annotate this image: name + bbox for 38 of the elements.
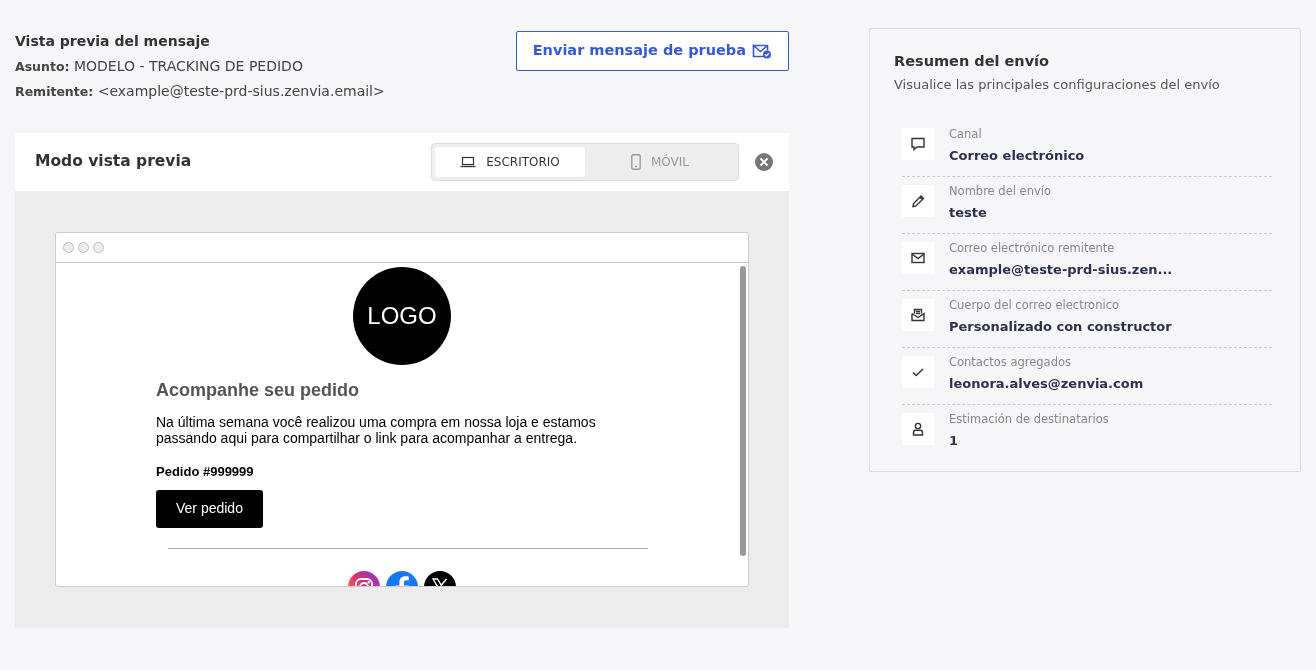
person-icon bbox=[910, 421, 926, 438]
window-dot bbox=[93, 242, 104, 253]
summary-value: Personalizado con constructor bbox=[949, 317, 1172, 336]
scrollbar[interactable] bbox=[740, 266, 746, 556]
summary-label: Nombre del envío bbox=[949, 183, 1051, 201]
summary-subtitle: Visualice las principales configuraciones del envío bbox=[894, 75, 1221, 94]
window-dot bbox=[63, 242, 74, 253]
pencil-icon bbox=[910, 193, 926, 210]
phone-icon bbox=[631, 154, 641, 170]
view-order-button[interactable]: Ver pedido bbox=[156, 489, 263, 528]
chat-bubble-icon bbox=[910, 136, 926, 153]
summary-title: Resumen del envío bbox=[894, 52, 1051, 71]
summary-label: Cuerpo del correo electronico bbox=[949, 297, 1120, 315]
summary-value: example@teste-prd-sius.zen... bbox=[949, 260, 1173, 279]
preview-mode-title: Modo vista previa bbox=[35, 151, 192, 173]
summary-label: Contactos agregados bbox=[949, 354, 1072, 372]
order-number: Pedido #999999 bbox=[156, 463, 255, 481]
send-test-button[interactable]: Enviar mensaje de prueba bbox=[515, 31, 789, 71]
logo: LOGO bbox=[353, 267, 451, 365]
summary-value: 1 bbox=[949, 431, 960, 450]
sender-text: Remitente: <example@teste-prd-sius.zenvia.email> bbox=[15, 82, 385, 101]
summary-value: teste bbox=[949, 203, 988, 222]
mail-document-icon bbox=[910, 307, 926, 324]
summary-label: Canal bbox=[949, 126, 983, 144]
window-dot bbox=[78, 242, 89, 253]
email-heading: Acompanhe seu pedido bbox=[156, 379, 361, 402]
mail-check-icon bbox=[752, 43, 772, 59]
subject-text: Asunto: MODELO - TRACKING DE PEDIDO bbox=[15, 57, 304, 76]
summary-value: leonora.alves@zenvia.com bbox=[949, 374, 1144, 393]
summary-label: Estimación de destinatarios bbox=[949, 411, 1109, 429]
laptop-icon bbox=[460, 156, 477, 168]
close-icon bbox=[755, 153, 773, 171]
preview-title: Vista previa del mensaje bbox=[15, 32, 211, 51]
close-button[interactable] bbox=[755, 153, 773, 171]
summary-value: Correo electrónico bbox=[949, 146, 1085, 165]
email-body: Na última semana você realizou uma compra em nossa loja e estamos passando aqui para compartilhar o link para acompanhar a entrega. bbox=[156, 414, 597, 446]
view-tab[interactable]: ESCRITORIO bbox=[435, 147, 585, 177]
summary-label: Correo electrónico remitente bbox=[949, 240, 1116, 258]
